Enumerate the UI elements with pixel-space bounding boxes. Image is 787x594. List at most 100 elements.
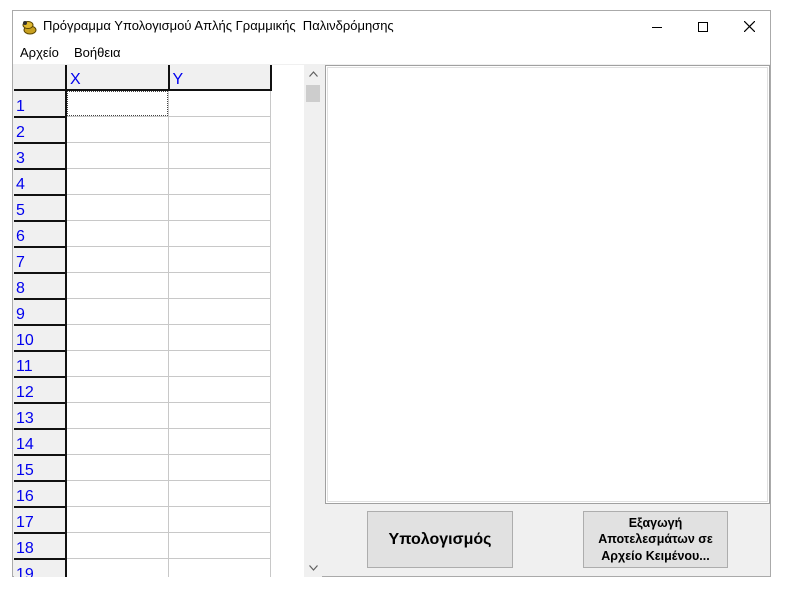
table-row: 2 [14,116,306,144]
row-header[interactable]: 12 [14,376,67,404]
cell-y[interactable] [168,220,271,247]
window-title: Πρόγραμμα Υπολογισμού Απλής Γραμμικής Πα… [43,18,394,33]
table-row: 10 [14,324,306,352]
table-row: 6 [14,220,306,248]
export-button-label: Εξαγωγή Αποτελεσμάτων σε Αρχείο Κειμένου… [598,516,713,563]
cell-x[interactable] [66,480,169,507]
cell-x[interactable] [66,246,169,273]
cell-y[interactable] [168,298,271,325]
table-row: 11 [14,350,306,378]
scroll-down-button[interactable] [304,559,322,577]
row-header[interactable]: 4 [14,168,67,196]
table-row: 19 [14,558,306,577]
row-header[interactable]: 13 [14,402,67,430]
cell-x[interactable] [66,220,169,247]
table-row: 3 [14,142,306,170]
close-button[interactable] [726,11,772,42]
cell-x[interactable] [66,402,169,429]
cell-x[interactable] [66,350,169,377]
row-header[interactable]: 6 [14,220,67,248]
cell-y[interactable] [168,506,271,533]
menu-bar: Αρχείο Βοήθεια [13,42,770,64]
cell-x[interactable] [66,272,169,299]
scroll-thumb[interactable] [306,85,320,102]
cell-x[interactable] [66,298,169,325]
cell-x[interactable] [66,558,169,577]
grid-table: X Y 1 2 3 4 5 6 7 8 9 10 11 12 13 14 15 … [14,65,306,577]
table-row: 14 [14,428,306,456]
row-header[interactable]: 15 [14,454,67,482]
maximize-icon [698,21,708,32]
grid-header-row: X Y [14,65,306,91]
cell-x[interactable] [66,194,169,221]
row-header[interactable]: 3 [14,142,67,170]
column-header-x[interactable]: X [66,65,170,91]
cell-y[interactable] [168,116,271,143]
table-row: 17 [14,506,306,534]
table-row: 16 [14,480,306,508]
cell-x[interactable] [66,168,169,195]
cell-y[interactable] [168,194,271,221]
row-header[interactable]: 1 [14,90,67,118]
chevron-down-icon [308,565,318,571]
cell-y[interactable] [168,480,271,507]
minimize-button[interactable] [634,11,680,42]
row-header[interactable]: 10 [14,324,67,352]
cell-y[interactable] [168,376,271,403]
row-header[interactable]: 14 [14,428,67,456]
row-header[interactable]: 5 [14,194,67,222]
calculate-button[interactable]: Υπολογισμός [367,511,513,568]
app-icon [22,21,37,35]
grid-corner [14,65,67,91]
row-header[interactable]: 9 [14,298,67,326]
row-header[interactable]: 17 [14,506,67,534]
table-row: 7 [14,246,306,274]
results-textbox[interactable] [325,65,770,504]
data-grid: X Y 1 2 3 4 5 6 7 8 9 10 11 12 13 14 15 … [14,65,322,577]
cell-y[interactable] [168,532,271,559]
cell-y[interactable] [168,90,271,117]
cell-x[interactable] [66,116,169,143]
row-header[interactable]: 16 [14,480,67,508]
cell-y[interactable] [168,350,271,377]
table-row: 5 [14,194,306,222]
menu-help[interactable]: Βοήθεια [74,45,121,60]
export-results-button[interactable]: Εξαγωγή Αποτελεσμάτων σε Αρχείο Κειμένου… [583,511,728,568]
table-row: 13 [14,402,306,430]
cell-x[interactable] [66,90,169,117]
cell-x[interactable] [66,532,169,559]
row-header[interactable]: 7 [14,246,67,274]
row-header[interactable]: 11 [14,350,67,378]
column-header-y[interactable]: Y [168,65,272,91]
menu-file[interactable]: Αρχείο [20,45,59,60]
maximize-button[interactable] [680,11,726,42]
cell-y[interactable] [168,168,271,195]
cell-x[interactable] [66,506,169,533]
scroll-up-button[interactable] [304,65,322,83]
cell-y[interactable] [168,246,271,273]
row-header[interactable]: 8 [14,272,67,300]
cell-y[interactable] [168,558,271,577]
cell-x[interactable] [66,324,169,351]
table-row: 15 [14,454,306,482]
cell-x[interactable] [66,428,169,455]
app-window: Πρόγραμμα Υπολογισμού Απλής Γραμμικής Πα… [12,10,771,577]
cell-y[interactable] [168,272,271,299]
vertical-scrollbar[interactable] [304,65,322,577]
cell-x[interactable] [66,376,169,403]
cell-y[interactable] [168,428,271,455]
table-row: 18 [14,532,306,560]
table-row: 4 [14,168,306,196]
cell-x[interactable] [66,454,169,481]
cell-y[interactable] [168,142,271,169]
table-row: 1 [14,90,306,118]
cell-x[interactable] [66,142,169,169]
row-header[interactable]: 2 [14,116,67,144]
chevron-up-icon [308,71,318,77]
cell-y[interactable] [168,324,271,351]
cell-y[interactable] [168,402,271,429]
row-header[interactable]: 18 [14,532,67,560]
row-header[interactable]: 19 [14,558,67,577]
minimize-icon [652,26,662,28]
cell-y[interactable] [168,454,271,481]
